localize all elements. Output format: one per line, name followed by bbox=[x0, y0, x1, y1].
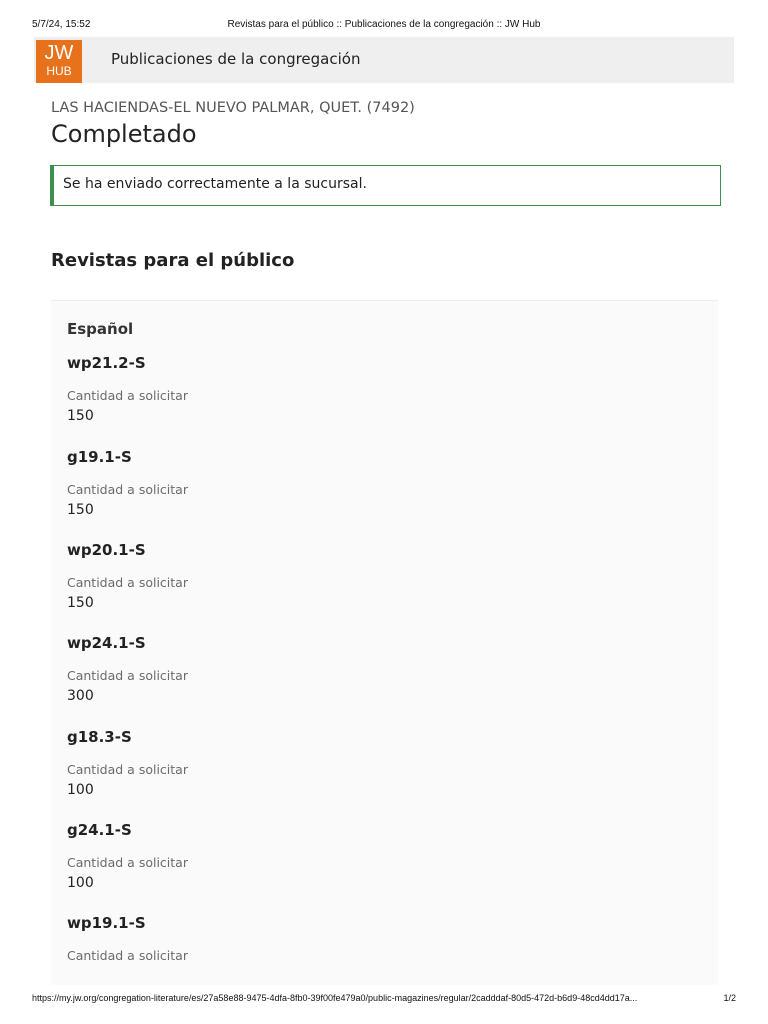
item-code: g18.3-S bbox=[67, 728, 132, 746]
language-heading: Español bbox=[67, 320, 134, 338]
print-footer: https://my.jw.org/congregation-literatur… bbox=[32, 993, 736, 1007]
item-code: g19.1-S bbox=[67, 448, 132, 466]
section-title: Revistas para el público bbox=[51, 250, 295, 271]
quantity-value: 100 bbox=[67, 782, 94, 798]
item-code: wp20.1-S bbox=[67, 541, 146, 559]
order-item: wp21.2-S Cantidad a solicitar 150 bbox=[67, 354, 467, 444]
app-title[interactable]: Publicaciones de la congregación bbox=[111, 50, 360, 68]
success-alert: Se ha enviado correctamente a la sucursa… bbox=[50, 165, 721, 206]
item-code: g24.1-S bbox=[67, 821, 132, 839]
quantity-value: 150 bbox=[67, 502, 94, 518]
quantity-value: 150 bbox=[67, 408, 94, 424]
order-item: wp24.1-S Cantidad a solicitar 300 bbox=[67, 634, 467, 724]
quantity-value: 300 bbox=[67, 688, 94, 704]
quantity-label: Cantidad a solicitar bbox=[67, 762, 188, 777]
app-bar: JW HUB Publicaciones de la congregación bbox=[34, 37, 734, 83]
page-title: Completado bbox=[51, 120, 197, 148]
congregation-name: LAS HACIENDAS-EL NUEVO PALMAR, QUET. (74… bbox=[51, 100, 415, 116]
quantity-value: 150 bbox=[67, 595, 94, 611]
item-code: wp19.1-S bbox=[67, 914, 146, 932]
quantity-value: 100 bbox=[67, 875, 94, 891]
jw-hub-logo[interactable]: JW HUB bbox=[36, 40, 82, 83]
order-panel: Español wp21.2-S Cantidad a solicitar 15… bbox=[51, 300, 718, 985]
quantity-label: Cantidad a solicitar bbox=[67, 388, 188, 403]
print-title: Revistas para el público :: Publicacione… bbox=[227, 19, 541, 30]
order-item: wp20.1-S Cantidad a solicitar 150 bbox=[67, 541, 467, 631]
order-item: g24.1-S Cantidad a solicitar 100 bbox=[67, 821, 467, 911]
logo-hub-text: HUB bbox=[46, 64, 72, 78]
quantity-label: Cantidad a solicitar bbox=[67, 575, 188, 590]
item-code: wp24.1-S bbox=[67, 634, 146, 652]
quantity-label: Cantidad a solicitar bbox=[67, 482, 188, 497]
print-header: 5/7/24, 15:52 Revistas para el público :… bbox=[32, 19, 736, 33]
order-item: wp19.1-S Cantidad a solicitar bbox=[67, 914, 467, 985]
quantity-label: Cantidad a solicitar bbox=[67, 855, 188, 870]
print-page-number: 1/2 bbox=[723, 993, 736, 1003]
print-url: https://my.jw.org/congregation-literatur… bbox=[32, 993, 638, 1003]
success-alert-text: Se ha enviado correctamente a la sucursa… bbox=[63, 176, 367, 192]
quantity-label: Cantidad a solicitar bbox=[67, 668, 188, 683]
order-item: g18.3-S Cantidad a solicitar 100 bbox=[67, 728, 467, 818]
order-item: g19.1-S Cantidad a solicitar 150 bbox=[67, 448, 467, 538]
quantity-label: Cantidad a solicitar bbox=[67, 948, 188, 963]
logo-jw-text: JW bbox=[44, 42, 74, 64]
page: 5/7/24, 15:52 Revistas para el público :… bbox=[0, 0, 768, 1024]
item-code: wp21.2-S bbox=[67, 354, 146, 372]
